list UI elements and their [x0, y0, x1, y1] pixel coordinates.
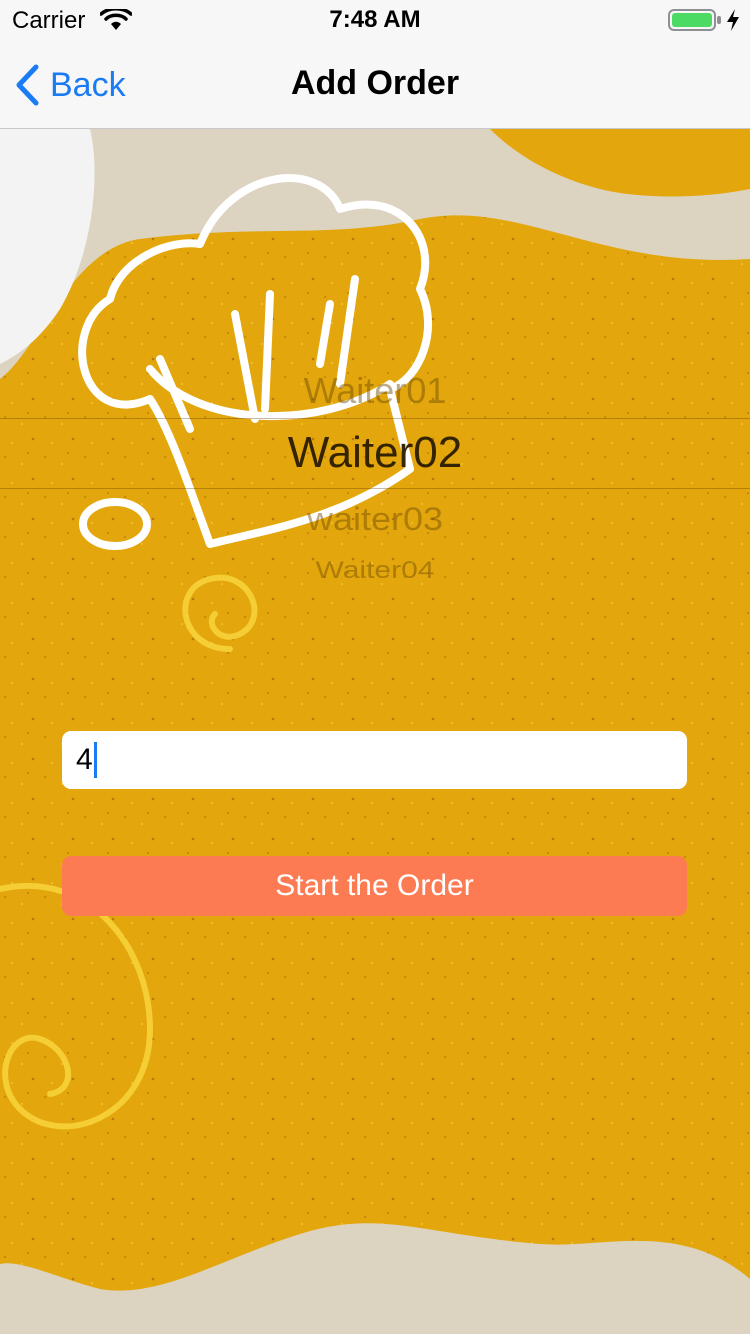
- charging-bolt-icon: [727, 9, 739, 31]
- picker-option[interactable]: Waiter04: [0, 557, 750, 584]
- battery-charging-icon: [668, 9, 721, 31]
- waiter-picker[interactable]: Waiter01 Waiter02 waiter03 Waiter04: [0, 340, 750, 610]
- table-number-value: 4: [76, 743, 93, 776]
- navigation-bar: Back Add Order: [0, 40, 750, 129]
- picker-option[interactable]: waiter03: [0, 500, 750, 538]
- picker-option[interactable]: Waiter01: [0, 370, 750, 412]
- status-time: 7:48 AM: [329, 6, 421, 33]
- picker-selection-top-line: [0, 418, 750, 419]
- picker-selection-bottom-line: [0, 488, 750, 489]
- start-order-label: Start the Order: [275, 869, 474, 902]
- page-title: Add Order: [290, 64, 460, 102]
- table-number-field[interactable]: 4: [62, 731, 687, 789]
- picker-option-selected[interactable]: Waiter02: [0, 428, 750, 478]
- start-order-button[interactable]: Start the Order: [62, 856, 687, 916]
- text-cursor: [93, 742, 97, 778]
- status-bar: Carrier 7:48 AM: [0, 0, 750, 40]
